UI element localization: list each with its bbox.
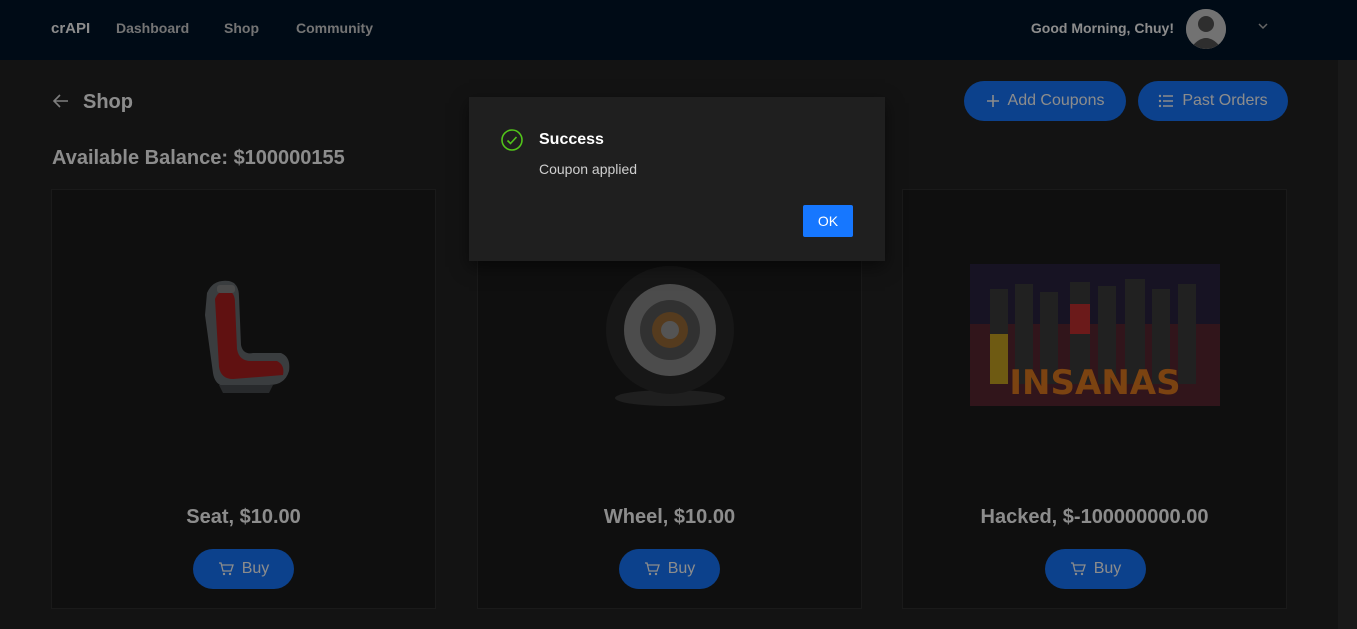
app-root: crAPI Dashboard Shop Community Good Morn… xyxy=(0,0,1357,629)
modal-title: Success xyxy=(539,131,604,148)
success-modal: Success Coupon applied OK xyxy=(469,97,885,261)
modal-message: Coupon applied xyxy=(539,161,638,177)
modal-mask[interactable] xyxy=(0,0,1357,629)
check-circle-icon xyxy=(501,129,523,151)
ok-button[interactable]: OK xyxy=(803,205,853,237)
